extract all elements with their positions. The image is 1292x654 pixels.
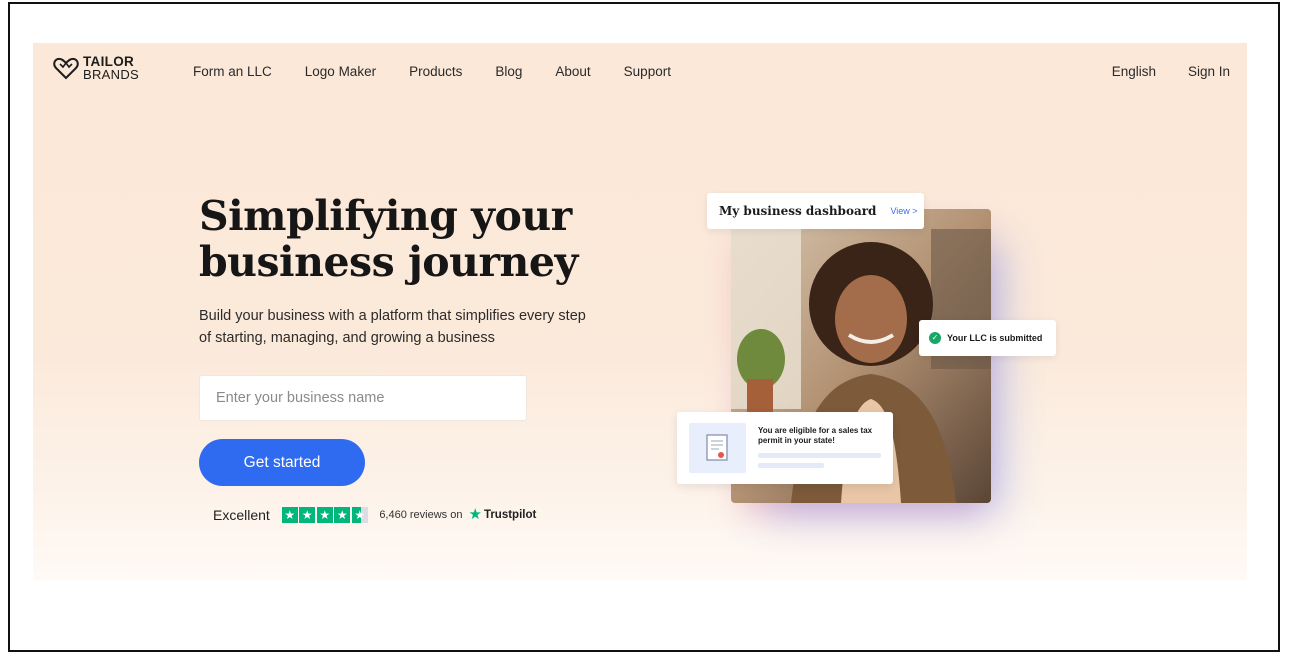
placeholder-bar (758, 463, 824, 468)
half-star-icon: ★ (351, 507, 368, 523)
nav-form-llc[interactable]: Form an LLC (193, 64, 272, 79)
star-icon: ★ (334, 507, 351, 523)
nav-logo-maker[interactable]: Logo Maker (305, 64, 376, 79)
hero-subtext: Build your business with a platform that… (199, 308, 586, 346)
get-started-button[interactable]: Get started (199, 439, 365, 486)
language-selector[interactable]: English (1112, 64, 1156, 79)
main-menu: Form an LLC Logo Maker Products Blog Abo… (193, 43, 671, 99)
brand-logo[interactable]: TAILOR BRANDS (53, 55, 139, 81)
star-icon: ★ (281, 507, 298, 523)
llc-status-card: ✓ Your LLC is submitted (919, 320, 1056, 356)
landing-page: TAILOR BRANDS Form an LLC Logo Maker Pro… (33, 43, 1247, 580)
dashboard-card[interactable]: My business dashboard View > (707, 193, 924, 229)
logo-wordmark-bottom: BRANDS (83, 67, 139, 82)
crown-heart-logo-icon (53, 57, 79, 80)
sign-in-link[interactable]: Sign In (1188, 64, 1230, 79)
dashboard-view-link[interactable]: View > (890, 206, 917, 216)
headline-line-1: Simplifying your (199, 192, 572, 240)
hero-headline: Simplifying your business journey (199, 193, 619, 285)
tax-permit-text: You are eligible for a sales tax permit … (758, 426, 873, 445)
headline-line-2: business journey (199, 238, 578, 286)
rating-stars: ★ ★ ★ ★ ★ (281, 507, 370, 523)
llc-status-text: Your LLC is submitted (947, 333, 1043, 343)
nav-utilities: English Sign In (1080, 43, 1230, 99)
review-count: 6,460 reviews on (379, 509, 463, 521)
nav-products[interactable]: Products (409, 64, 462, 79)
top-navigation: TAILOR BRANDS Form an LLC Logo Maker Pro… (33, 43, 1247, 99)
certificate-icon (689, 423, 746, 473)
rating-word: Excellent (213, 507, 270, 523)
nav-support[interactable]: Support (624, 64, 671, 79)
nav-blog[interactable]: Blog (495, 64, 522, 79)
trustpilot-rating[interactable]: Excellent ★ ★ ★ ★ ★ 6,460 reviews on ★ T… (213, 507, 536, 523)
business-name-input[interactable] (199, 375, 527, 421)
trustpilot-wordmark: Trustpilot (483, 509, 537, 521)
star-icon: ★ (316, 507, 333, 523)
star-icon: ★ (299, 507, 316, 523)
trustpilot-star-icon: ★ (468, 506, 482, 523)
check-circle-icon: ✓ (929, 332, 941, 344)
placeholder-bar (758, 453, 881, 458)
tax-permit-card: You are eligible for a sales tax permit … (677, 412, 893, 484)
nav-about[interactable]: About (555, 64, 590, 79)
dashboard-title: My business dashboard (719, 204, 877, 218)
